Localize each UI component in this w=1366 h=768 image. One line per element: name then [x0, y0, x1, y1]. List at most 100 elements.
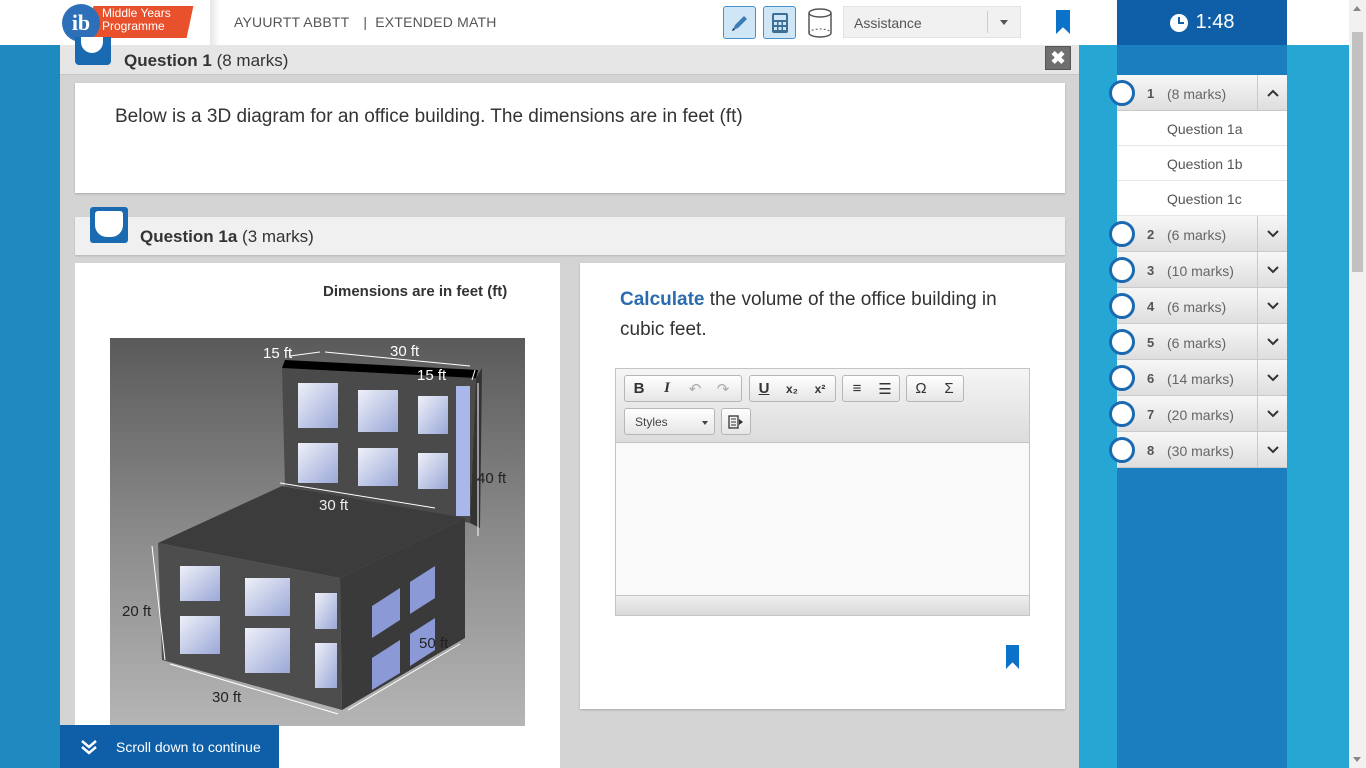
- question-prompt: Calculate the volume of the office build…: [620, 285, 1040, 345]
- question-status-marker: [75, 37, 111, 65]
- double-chevron-down-icon: [81, 739, 97, 755]
- nav-question-number: 5: [1147, 335, 1155, 350]
- nav-question-6[interactable]: 6 (14 marks): [1109, 360, 1287, 396]
- nav-question-marks: (20 marks): [1167, 407, 1234, 423]
- question-status-icon: [1109, 365, 1135, 391]
- chevron-down-icon[interactable]: [1257, 324, 1287, 360]
- nav-question-number: 6: [1147, 371, 1155, 386]
- italic-button[interactable]: I: [653, 376, 681, 401]
- cylinder-icon: [807, 7, 832, 38]
- formula-shapes-button[interactable]: [803, 6, 836, 39]
- nav-question-4[interactable]: 4 (6 marks): [1109, 288, 1287, 324]
- chevron-down-icon[interactable]: [1257, 360, 1287, 396]
- bold-button[interactable]: B: [625, 376, 653, 401]
- close-icon[interactable]: ✖: [1045, 46, 1071, 70]
- top-bar: Middle Years Programme ib AYUURTT ABBTT |…: [0, 0, 1366, 45]
- figure-title: Dimensions are in feet (ft): [323, 283, 508, 300]
- nav-subquestion-1c[interactable]: Question 1c: [1117, 181, 1287, 216]
- clock-icon: [1169, 13, 1188, 32]
- chevron-down-icon[interactable]: [1257, 396, 1287, 432]
- answer-input-area[interactable]: [616, 444, 1029, 595]
- logo-text-line2: Programme: [102, 19, 165, 33]
- undo-button[interactable]: ↶: [681, 376, 709, 401]
- nav-question-7[interactable]: 7 (20 marks): [1109, 396, 1287, 432]
- editor-toolbar: B I ↶ ↷ U x₂ x² ≡ ☰ Ω Σ Styles: [616, 369, 1029, 443]
- symbol-group: Ω Σ: [906, 375, 964, 402]
- text-direction-icon: [728, 414, 743, 429]
- nav-subquestion-1b[interactable]: Question 1b: [1117, 146, 1287, 181]
- nav-subquestion-1a[interactable]: Question 1a: [1117, 111, 1287, 146]
- scrollbar-thumb[interactable]: [1352, 32, 1363, 272]
- subquestion-header: Question 1a (3 marks): [75, 207, 1065, 255]
- chevron-up-icon[interactable]: [1257, 75, 1287, 111]
- bookmark-icon[interactable]: [1006, 645, 1019, 669]
- label-ledge-width: 30 ft: [319, 497, 349, 514]
- topbar-divider: [210, 0, 220, 45]
- sigma-math-button[interactable]: Σ: [935, 376, 963, 401]
- question-status-icon: [1109, 221, 1135, 247]
- source-group: [721, 408, 751, 435]
- underline-button[interactable]: U: [750, 376, 778, 401]
- candidate-info: AYUURTT ABBTT | EXTENDED MATH: [234, 14, 497, 30]
- dropdown-separator: [987, 11, 988, 33]
- ordered-list-button[interactable]: ≡: [843, 376, 871, 401]
- question-status-icon: [1109, 437, 1135, 463]
- label-base-width: 30 ft: [212, 689, 242, 706]
- nav-question-8[interactable]: 8 (30 marks): [1109, 432, 1287, 468]
- question-title: Question 1 (8 marks): [124, 51, 288, 71]
- command-term[interactable]: Calculate: [620, 289, 704, 310]
- answer-card: Calculate the volume of the office build…: [580, 263, 1065, 709]
- question-header: Question 1 (8 marks) ✖: [60, 37, 1079, 75]
- scroll-down-button[interactable]: Scroll down to continue: [60, 725, 279, 768]
- nav-question-marks: (30 marks): [1167, 443, 1234, 459]
- redo-button[interactable]: ↷: [709, 376, 737, 401]
- bullet-list-button[interactable]: ☰: [871, 376, 899, 401]
- format-group: B I ↶ ↷: [624, 375, 742, 402]
- chevron-down-icon: [702, 421, 708, 425]
- page-scrollbar[interactable]: [1349, 0, 1366, 768]
- question-status-icon: [1109, 329, 1135, 355]
- superscript-button[interactable]: x²: [806, 376, 834, 401]
- nav-question-1[interactable]: 1 (8 marks): [1109, 75, 1287, 111]
- main-content: Question 1 (8 marks) ✖ Below is a 3D dia…: [60, 37, 1079, 768]
- styles-dropdown[interactable]: Styles: [624, 408, 715, 435]
- rich-text-editor: B I ↶ ↷ U x₂ x² ≡ ☰ Ω Σ Styles: [615, 368, 1030, 616]
- nav-question-number: 8: [1147, 443, 1155, 458]
- chevron-down-icon[interactable]: [1257, 252, 1287, 288]
- nav-question-5[interactable]: 5 (6 marks): [1109, 324, 1287, 360]
- text-direction-button[interactable]: [722, 409, 750, 434]
- assistance-dropdown[interactable]: Assistance: [843, 6, 1021, 38]
- subscript-button[interactable]: x₂: [778, 376, 806, 401]
- scroll-up-arrow-icon[interactable]: [1353, 6, 1361, 11]
- chevron-down-icon[interactable]: [1257, 432, 1287, 468]
- omega-special-char-button[interactable]: Ω: [907, 376, 935, 401]
- highlighter-tool-button[interactable]: [723, 6, 756, 39]
- timer-value: 1:48: [1195, 11, 1235, 33]
- question-number: Question 1: [124, 51, 212, 70]
- candidate-name: AYUURTT ABBTT: [234, 14, 350, 30]
- chevron-down-icon[interactable]: [1257, 288, 1287, 324]
- label-top-right-depth: 15 ft: [417, 367, 447, 384]
- subquestion-number: Question 1a: [140, 227, 238, 246]
- chevron-down-icon[interactable]: [1257, 216, 1287, 252]
- nav-question-number: 7: [1147, 407, 1155, 422]
- nav-question-number: 2: [1147, 227, 1155, 242]
- calculator-tool-button[interactable]: [763, 6, 796, 39]
- question-status-icon: [1109, 257, 1135, 283]
- nav-question-3[interactable]: 3 (10 marks): [1109, 252, 1287, 288]
- scroll-down-arrow-icon[interactable]: [1353, 757, 1361, 762]
- subject-name: EXTENDED MATH: [375, 14, 497, 30]
- question-stem-card: Below is a 3D diagram for an office buil…: [75, 83, 1065, 193]
- chevron-down-icon: [1000, 20, 1008, 25]
- question-stem: Below is a 3D diagram for an office buil…: [115, 106, 743, 127]
- label-upper-height: 40 ft: [477, 470, 507, 487]
- subquestion-title: Question 1a (3 marks): [140, 227, 314, 247]
- subquestion-status-marker: [90, 207, 128, 243]
- ib-logo: Middle Years Programme ib: [60, 2, 210, 42]
- nav-question-marks: (6 marks): [1167, 335, 1227, 351]
- nav-question-number: 3: [1147, 263, 1155, 278]
- nav-question-2[interactable]: 2 (6 marks): [1109, 216, 1287, 252]
- separator: |: [363, 14, 368, 30]
- bookmark-icon[interactable]: [1056, 10, 1070, 34]
- question-status-icon: [1109, 293, 1135, 319]
